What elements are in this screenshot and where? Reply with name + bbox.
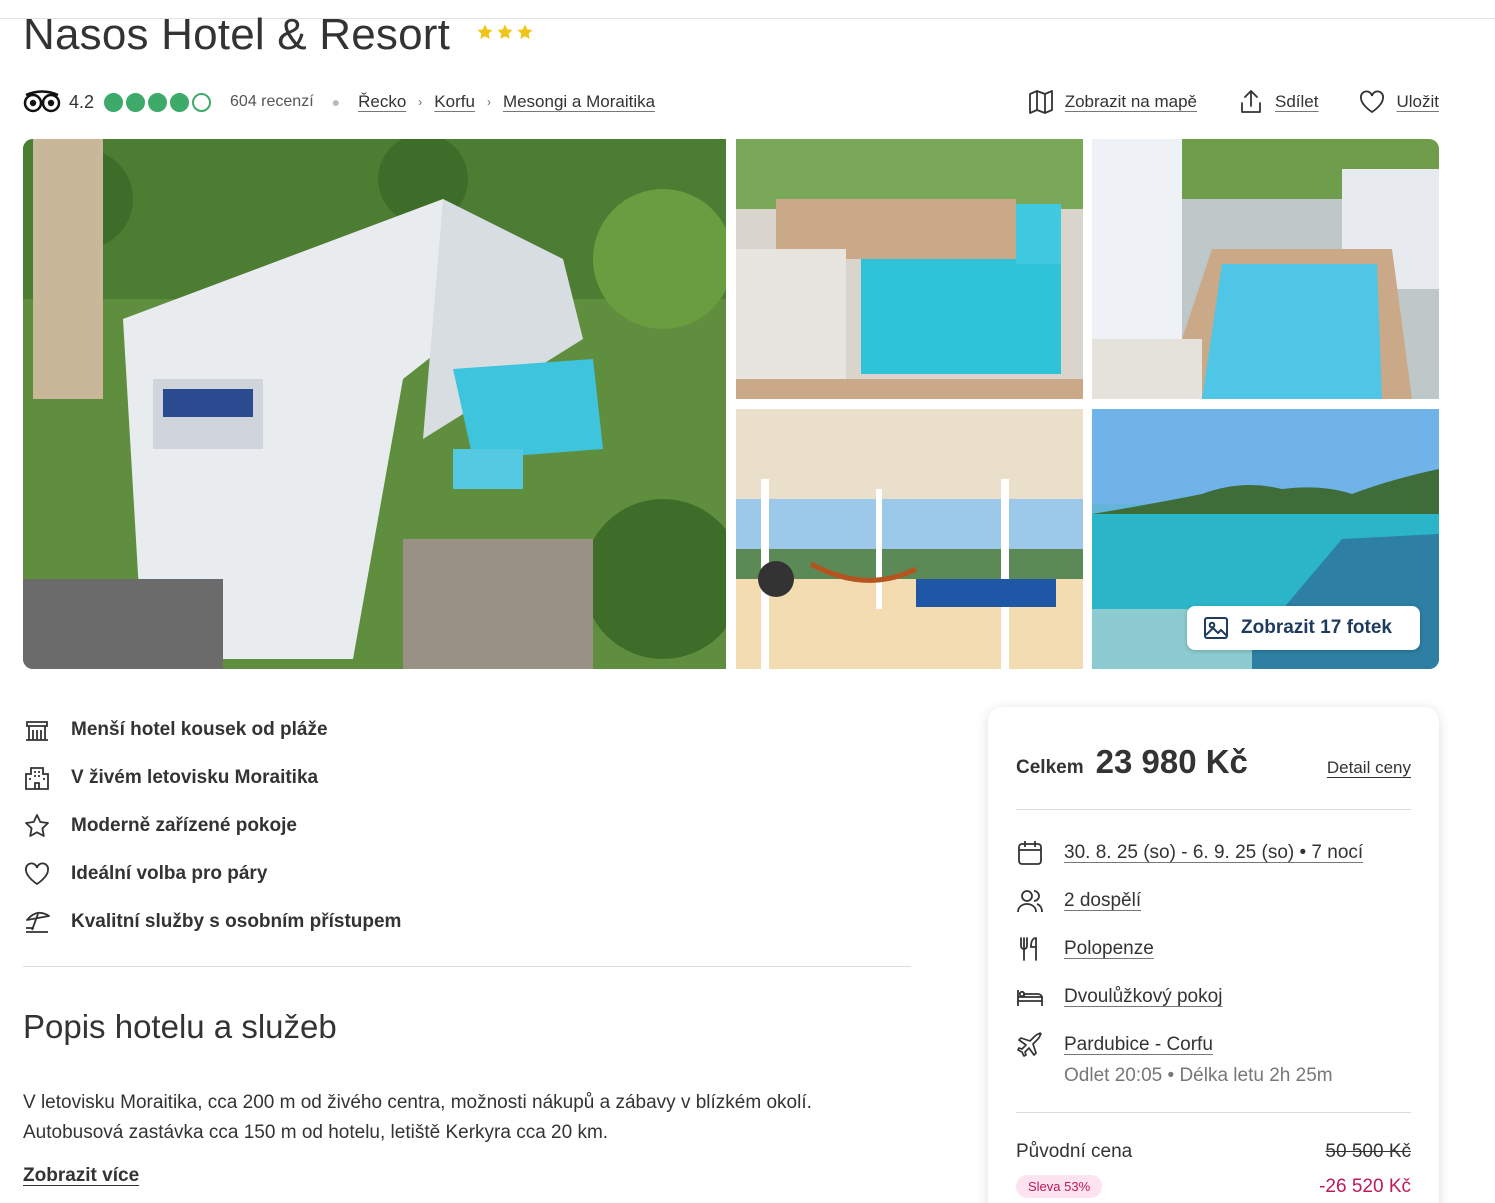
rating-bubble-filled [148,92,168,112]
rating-bubbles [104,92,212,112]
star-icon [497,24,513,39]
image-icon [1204,617,1228,639]
feature-label: Kvalitní služby s osobním přístupem [71,911,402,932]
feature-label: Moderně zařízené pokoje [71,815,297,836]
chevron-right-icon: › [418,95,423,109]
breadcrumb-resort[interactable]: Mesongi a Moraitika [503,92,655,112]
total-label: Celkem [1016,757,1084,778]
feature-item: V živém letovisku Moraitika [23,754,401,802]
flight-value: Pardubice - Corfu [1064,1034,1213,1055]
feature-item: Kvalitní služby s osobním přístupem [23,898,401,946]
airplane-icon [1017,1032,1042,1057]
board-row[interactable]: Polopenze [1016,925,1411,973]
heart-icon [1360,90,1385,114]
hotel-features: Menší hotel kousek od pláže V živém leto… [23,706,401,946]
gallery-main-photo[interactable] [23,139,726,669]
guests-value: 2 dospělí [1064,890,1142,911]
dates-row[interactable]: 30. 8. 25 (so) - 6. 9. 25 (so) • 7 nocí [1016,829,1411,877]
terrace-photo [736,409,1083,669]
pool-area-photo [1092,139,1439,399]
save-button[interactable]: Uložit [1358,88,1439,116]
meta-row: 4.2 604 recenzí ● Řecko › Korfu › Mesong… [23,88,1439,116]
heart-icon [25,862,49,886]
feature-label: Menší hotel kousek od pláže [71,719,328,740]
discount-row: Sleva 53% -26 520 Kč [1016,1175,1411,1198]
price-header: Celkem 23 980 Kč Detail ceny [1016,743,1411,781]
original-price-label: Původní cena [1016,1141,1133,1162]
gallery-photo-3[interactable] [736,409,1083,669]
rating-bubble-filled [104,92,124,112]
feature-item: Ideální volba pro páry [23,850,401,898]
original-price: 50 500 Kč [1325,1141,1411,1162]
photo-gallery: Zobrazit 17 fotek [23,139,1439,669]
original-price-row: Původní cena 50 500 Kč [1016,1141,1411,1163]
tripadvisor-logo-icon [23,90,61,113]
discount-badge: Sleva 53% [1016,1175,1103,1198]
star-icon [477,24,493,39]
share-button[interactable]: Sdílet [1237,88,1318,116]
section-divider [23,966,911,967]
description-line-1: V letovisku Moraitika, cca 200 m od živé… [23,1092,812,1113]
share-icon [1241,90,1261,113]
bed-icon [1017,990,1043,1006]
calendar-icon [1018,841,1042,865]
price-card: Celkem 23 980 Kč Detail ceny 30. 8. 25 (… [988,707,1439,1203]
breadcrumb-country[interactable]: Řecko [358,92,406,112]
gallery-photo-2[interactable] [1092,139,1439,399]
beach-icon [26,911,50,933]
show-all-photos-label: Zobrazit 17 fotek [1241,617,1392,638]
board-value: Polopenze [1064,938,1154,959]
price-divider [1016,809,1411,810]
feature-label: V živém letovisku Moraitika [71,767,319,788]
chevron-right-icon: › [486,95,491,109]
rating-value: 4.2 [69,91,95,112]
show-map-label: Zobrazit na mapě [1064,92,1197,111]
cutlery-icon [1020,937,1037,961]
page-title: Nasos Hotel & Resort [23,10,451,59]
users-icon [1017,890,1043,913]
room-value: Dvoulůžkový pokoj [1064,986,1223,1007]
actions: Zobrazit na mapě Sdílet Uložit [1027,88,1439,116]
save-label: Uložit [1396,92,1439,111]
flight-info: Odlet 20:05 • Délka letu 2h 25m [1064,1065,1333,1086]
reviews-count[interactable]: 604 recenzí [230,93,314,111]
description-line-2: Autobusová zastávka cca 150 m od hotelu,… [23,1122,609,1143]
rating-bubble-empty [192,92,212,112]
title-row: Nasos Hotel & Resort [23,10,534,60]
flight-row[interactable]: Pardubice - Corfu [1016,1021,1411,1069]
separator-dot: ● [331,94,341,110]
pool-top-view-photo [736,139,1083,399]
description-title: Popis hotelu a služeb [23,1008,337,1045]
hotel-icon [26,721,48,741]
star-icon [517,24,533,39]
guests-row[interactable]: 2 dospělí [1016,877,1411,925]
booking-details: 30. 8. 25 (so) - 6. 9. 25 (so) • 7 nocí … [1016,829,1411,1087]
show-more-link[interactable]: Zobrazit více [23,1165,139,1187]
feature-label: Ideální volba pro páry [71,863,268,884]
description-text: V letovisku Moraitika, cca 200 m od živé… [23,1088,903,1148]
city-icon [25,767,49,790]
hotel-aerial-photo [23,139,726,669]
rating-bubble-filled [126,92,146,112]
breadcrumb-island[interactable]: Korfu [434,92,475,112]
feature-item: Moderně zařízené pokoje [23,802,401,850]
price-detail-link[interactable]: Detail ceny [1327,758,1411,778]
feature-item: Menší hotel kousek od pláže [23,706,401,754]
price-divider [1016,1112,1411,1113]
show-map-button[interactable]: Zobrazit na mapě [1027,88,1197,116]
rating-bubble-filled [170,92,190,112]
hotel-stars [476,23,534,41]
map-icon [1028,90,1053,114]
show-all-photos-button[interactable]: Zobrazit 17 fotek [1187,606,1420,650]
dates-value: 30. 8. 25 (so) - 6. 9. 25 (so) • 7 nocí [1064,842,1364,863]
total-price: 23 980 Kč [1095,743,1248,780]
room-row[interactable]: Dvoulůžkový pokoj [1016,973,1411,1021]
gallery-photo-1[interactable] [736,139,1083,399]
discount-value: -26 520 Kč [1319,1175,1411,1197]
share-label: Sdílet [1275,92,1319,111]
star-icon [25,814,49,837]
